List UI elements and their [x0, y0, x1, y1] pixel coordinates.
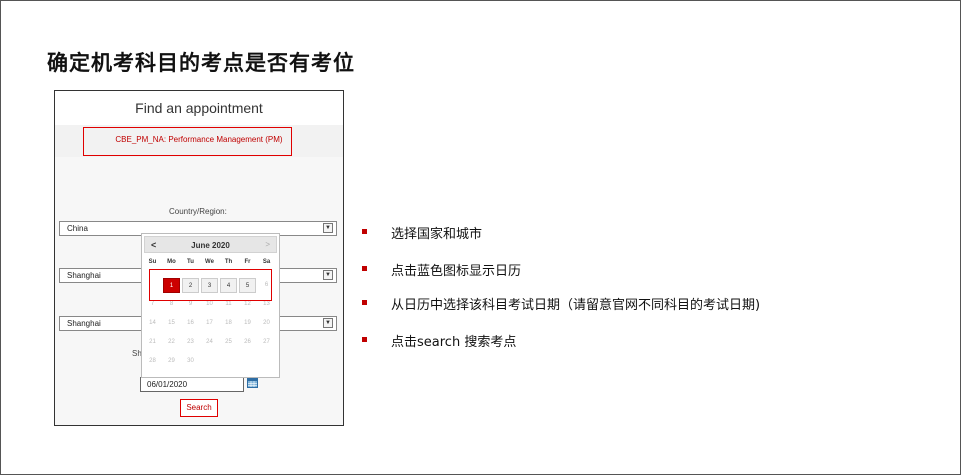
chevron-down-icon[interactable]: ▼	[323, 270, 333, 280]
calendar-day: 23	[187, 339, 194, 345]
weekday-label: Tu	[187, 259, 194, 265]
exam-highlight-box	[83, 127, 292, 156]
week-highlight-box	[149, 269, 272, 301]
list-item: 选择国家和城市	[359, 223, 879, 243]
calendar-day: 19	[244, 320, 251, 326]
slide-title: 确定机考科目的考点是否有考位	[47, 51, 355, 75]
city-value: Shanghai	[67, 271, 101, 280]
list-item: 点击search 搜索考点	[359, 331, 879, 351]
calendar-day: 24	[206, 339, 213, 345]
bullet-text: 点击蓝色图标显示日历	[391, 264, 522, 279]
bullet-square-icon	[362, 300, 367, 305]
weekday-label: Mo	[167, 259, 176, 265]
chevron-down-icon[interactable]: ▼	[323, 318, 333, 328]
calendar-day: 29	[168, 358, 175, 364]
datepicker: < June 2020 > Su Mo Tu We Th Fr Sa 1 2 3 4 5 6 7 8 9 10 1…	[141, 233, 280, 378]
calendar-day: 21	[149, 339, 156, 345]
slide: 确定机考科目的考点是否有考位 Find an appointment CBE_P…	[0, 0, 961, 475]
weekday-label: Th	[224, 259, 233, 265]
country-value: China	[67, 224, 88, 233]
calendar-day: 20	[263, 320, 270, 326]
weekday-label: Fr	[244, 259, 251, 265]
weekday-label: Su	[148, 259, 157, 265]
date-value: 06/01/2020	[147, 380, 188, 389]
calendar-day: 18	[225, 320, 232, 326]
test-center-value: Shanghai	[67, 319, 101, 328]
calendar-day: 16	[187, 320, 194, 326]
bullet-text: 从日历中选择该科目考试日期（请留意官网不同科目的考试日期)	[391, 298, 761, 313]
calendar-icon[interactable]	[247, 377, 258, 388]
bullet-square-icon	[362, 229, 367, 234]
bullet-text: 点击search 搜索考点	[391, 335, 517, 350]
page-header: Find an appointment	[55, 91, 343, 126]
calendar-day: 17	[206, 320, 213, 326]
bullet-text: 选择国家和城市	[391, 227, 483, 242]
chevron-down-icon[interactable]: ▼	[323, 223, 333, 233]
calendar-day: 26	[244, 339, 251, 345]
calendar-day: 25	[225, 339, 232, 345]
calendar-day: 28	[149, 358, 156, 364]
country-label: Country/Region:	[169, 207, 227, 216]
list-item: 从日历中选择该科目考试日期（请留意官网不同科目的考试日期)	[359, 294, 879, 314]
calendar-day: 15	[168, 320, 175, 326]
calendar-day: 30	[187, 358, 194, 364]
month-title: June 2020	[191, 241, 230, 250]
date-input[interactable]: 06/01/2020	[140, 377, 244, 392]
calendar-day: 14	[149, 320, 156, 326]
datepicker-header: < June 2020 >	[144, 236, 277, 253]
list-item: 点击蓝色图标显示日历	[359, 260, 879, 280]
weekday-label: Sa	[262, 259, 271, 265]
bullet-square-icon	[362, 266, 367, 271]
bullet-square-icon	[362, 337, 367, 342]
search-button[interactable]: Search	[180, 399, 218, 417]
next-month-button[interactable]: >	[265, 240, 270, 249]
weekday-label: We	[205, 259, 214, 265]
appointment-screenshot: Find an appointment CBE_PM_NA: Performan…	[54, 90, 344, 426]
calendar-day: 22	[168, 339, 175, 345]
calendar-day: 27	[263, 339, 270, 345]
